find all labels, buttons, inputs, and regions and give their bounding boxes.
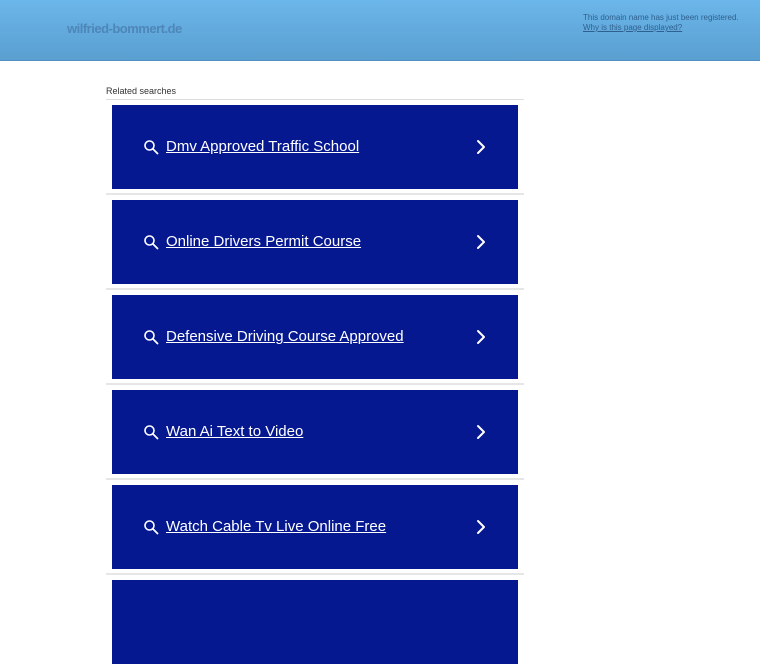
search-icon: [144, 330, 159, 345]
list-item: Defensive Driving Course Approved: [106, 290, 524, 385]
search-icon: [144, 520, 159, 535]
search-icon: [144, 235, 159, 250]
related-search-button[interactable]: Wan Ai Text to Video: [112, 390, 518, 474]
chevron-right-icon: [477, 140, 485, 154]
list-item: Wan Ai Text to Video: [106, 385, 524, 480]
related-search-button-partial[interactable]: [112, 580, 518, 664]
related-search-button[interactable]: Online Drivers Permit Course: [112, 200, 518, 284]
related-search-label[interactable]: Dmv Approved Traffic School: [166, 138, 359, 155]
related-search-label[interactable]: Wan Ai Text to Video: [166, 423, 303, 440]
search-icon: [144, 140, 159, 155]
chevron-right-icon: [477, 330, 485, 344]
search-icon: [144, 425, 159, 440]
list-item: Dmv Approved Traffic School: [106, 100, 524, 195]
header-bar: wilfried-bommert.de This domain name has…: [0, 0, 760, 61]
related-search-label[interactable]: Defensive Driving Course Approved: [166, 328, 404, 345]
related-search-button[interactable]: Watch Cable Tv Live Online Free: [112, 485, 518, 569]
related-searches-label: Related searches: [106, 86, 177, 96]
domain-title: wilfried-bommert.de: [67, 21, 182, 36]
list-item: [106, 575, 524, 670]
chevron-right-icon: [477, 425, 485, 439]
why-displayed-link[interactable]: Why is this page displayed?: [583, 23, 739, 33]
notice-text: This domain name has just been registere…: [583, 13, 739, 22]
related-search-button[interactable]: Dmv Approved Traffic School: [112, 105, 518, 189]
related-searches-list: Dmv Approved Traffic School Online Drive…: [106, 100, 524, 670]
related-search-label[interactable]: Online Drivers Permit Course: [166, 233, 361, 250]
list-item: Online Drivers Permit Course: [106, 195, 524, 290]
related-search-label[interactable]: Watch Cable Tv Live Online Free: [166, 518, 386, 535]
related-search-button[interactable]: Defensive Driving Course Approved: [112, 295, 518, 379]
registration-notice: This domain name has just been registere…: [583, 13, 739, 33]
list-item: Watch Cable Tv Live Online Free: [106, 480, 524, 575]
chevron-right-icon: [477, 235, 485, 249]
chevron-right-icon: [477, 520, 485, 534]
